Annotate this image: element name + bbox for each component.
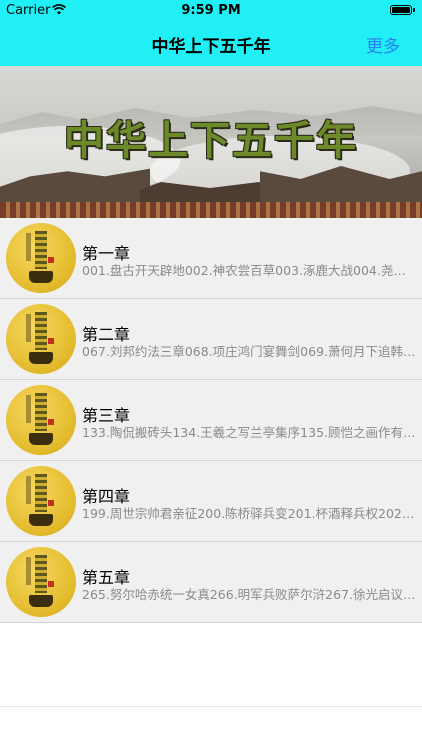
banner-image: 中华上下五千年 bbox=[0, 66, 422, 218]
chapter-description: 133.陶侃搬砖头134.王羲之写兰亭集序135.顾恺之画作有情136.刘裕北伐 bbox=[82, 425, 418, 440]
more-button[interactable]: 更多 bbox=[366, 32, 400, 57]
chapter-thumbnail bbox=[6, 385, 76, 455]
list-item[interactable]: 第四章 199.周世宗帅君亲征200.陈桥驿兵变201.杯酒释兵权202.李后主… bbox=[0, 461, 422, 542]
list-item[interactable]: 第一章 001.盘古开天辟地002.神农尝百草003.涿鹿大战004.尧舜让位0… bbox=[0, 218, 422, 299]
list-item[interactable]: 第五章 265.努尔哈赤统一女真266.明军兵败萨尔浒267.徐光启议几何原本 bbox=[0, 542, 422, 623]
chapter-description: 001.盘古开天辟地002.神农尝百草003.涿鹿大战004.尧舜让位005.大… bbox=[82, 263, 418, 278]
list-item[interactable]: 第三章 133.陶侃搬砖头134.王羲之写兰亭集序135.顾恺之画作有情136.… bbox=[0, 380, 422, 461]
page-title: 中华上下五千年 bbox=[151, 37, 271, 57]
banner-eaves bbox=[0, 202, 422, 218]
chapter-thumbnail bbox=[6, 304, 76, 374]
chapter-thumbnail bbox=[6, 466, 76, 536]
chapter-list: 第一章 001.盘古开天辟地002.神农尝百草003.涿鹿大战004.尧舜让位0… bbox=[0, 218, 422, 623]
chapter-thumbnail bbox=[6, 223, 76, 293]
divider bbox=[0, 706, 422, 707]
chapter-description: 067.刘邦约法三章068.项庄鸿门宴舞剑069.萧何月下追韩信070.韩信背水… bbox=[82, 344, 418, 359]
status-bar: Carrier 9:59 PM bbox=[0, 0, 422, 22]
navigation-header: Carrier 9:59 PM 中华上下五千年 更多 bbox=[0, 0, 422, 66]
banner-title: 中华上下五千年 bbox=[64, 118, 358, 164]
battery-tip bbox=[413, 8, 415, 12]
status-time: 9:59 PM bbox=[181, 3, 241, 18]
chapter-thumbnail bbox=[6, 547, 76, 617]
list-item[interactable]: 第二章 067.刘邦约法三章068.项庄鸿门宴舞剑069.萧何月下追韩信070.… bbox=[0, 299, 422, 380]
chapter-description: 199.周世宗帅君亲征200.陈桥驿兵变201.杯酒释兵权202.李后主亡国 bbox=[82, 506, 418, 521]
chapter-description: 265.努尔哈赤统一女真266.明军兵败萨尔浒267.徐光启议几何原本 bbox=[82, 587, 418, 602]
battery-icon bbox=[390, 5, 412, 15]
